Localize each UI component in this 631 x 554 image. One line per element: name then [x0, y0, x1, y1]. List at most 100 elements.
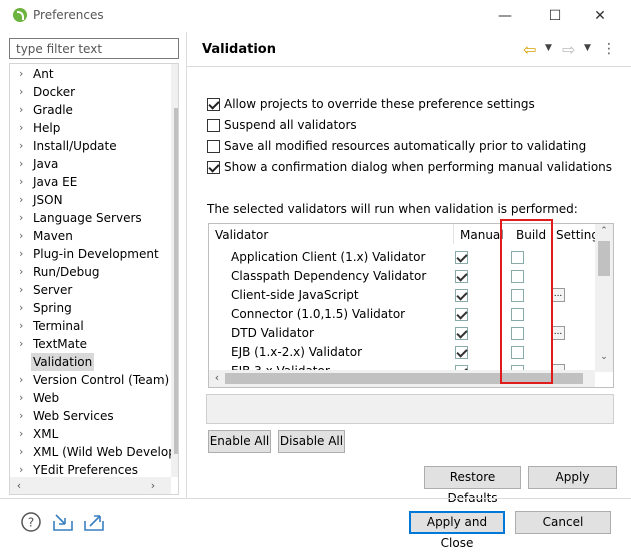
back-dropdown-icon[interactable]: ▼	[545, 43, 552, 53]
tree-item[interactable]: › TextMate	[10, 335, 162, 353]
tree-item[interactable]: › Server	[10, 281, 162, 299]
expand-chevron-icon[interactable]: ›	[19, 263, 29, 281]
preference-tree[interactable]: › Ant › Docker › Gradle › Help › Install/Update › J…	[9, 63, 179, 495]
tree-scroll-thumb[interactable]	[174, 108, 178, 454]
expand-chevron-icon[interactable]: ›	[19, 371, 29, 389]
tree-item[interactable]: › Run/Debug	[10, 263, 162, 281]
column-header-validator[interactable]: Validator	[215, 228, 268, 242]
scroll-left-icon[interactable]: ‹	[12, 479, 26, 492]
tree-item[interactable]: › Web Services	[10, 407, 162, 425]
tree-vertical-scrollbar[interactable]: ⌃ ⌄	[171, 64, 178, 477]
option-row[interactable]: Show a confirmation dialog when performi…	[207, 160, 612, 176]
expand-chevron-icon[interactable]: ›	[19, 173, 29, 191]
tree-item[interactable]: › XML	[10, 425, 162, 443]
expand-chevron-icon[interactable]: ›	[19, 119, 29, 137]
tree-item[interactable]: › Docker	[10, 83, 162, 101]
scroll-up-icon[interactable]: ⌃	[173, 67, 178, 77]
tree-item[interactable]: › Language Servers	[10, 209, 162, 227]
expand-chevron-icon[interactable]: ›	[19, 281, 29, 299]
close-button[interactable]: ✕	[582, 4, 618, 28]
tree-item-label: Java EE	[33, 175, 78, 189]
maximize-button[interactable]: ☐	[537, 4, 573, 28]
expand-chevron-icon[interactable]: ›	[19, 83, 29, 101]
expand-chevron-icon[interactable]: ›	[19, 209, 29, 227]
column-header-manual[interactable]: Manual	[460, 228, 504, 242]
option-row[interactable]: Suspend all validators	[207, 118, 537, 134]
option-checkbox[interactable]	[207, 140, 220, 153]
filter-input[interactable]	[9, 38, 179, 59]
tree-item[interactable]: › Help	[10, 119, 162, 137]
expand-chevron-icon[interactable]: ›	[19, 191, 29, 209]
settings-button[interactable]: ...	[551, 288, 565, 302]
tree-item-label: Install/Update	[33, 139, 117, 153]
pane-divider[interactable]	[186, 32, 187, 498]
option-checkbox[interactable]	[207, 98, 220, 111]
table-scroll-thumb[interactable]	[598, 241, 610, 276]
apply-and-close-button[interactable]: Apply and Close	[409, 511, 505, 550]
forward-arrow-icon[interactable]: ⇨	[562, 40, 575, 59]
scroll-right-icon[interactable]: ›	[146, 479, 160, 492]
scroll-down-icon[interactable]: ⌄	[173, 461, 178, 471]
manual-checkbox[interactable]	[455, 270, 468, 283]
enable-all-button[interactable]: Enable All	[208, 430, 271, 453]
tree-item[interactable]: › XML (Wild Web Developer)	[10, 443, 178, 461]
tree-horizontal-scrollbar[interactable]: ‹ ›	[10, 477, 171, 494]
column-divider[interactable]	[453, 224, 454, 244]
expand-chevron-icon[interactable]: ›	[19, 245, 29, 263]
tree-item[interactable]: › Install/Update	[10, 137, 162, 155]
expand-chevron-icon[interactable]: ›	[19, 299, 29, 317]
export-icon[interactable]	[82, 511, 104, 533]
tree-item[interactable]: › Spring	[10, 299, 162, 317]
option-row[interactable]: Save all modified resources automaticall…	[207, 139, 586, 155]
tree-item[interactable]: Validation	[10, 353, 162, 371]
scroll-down-icon[interactable]: ⌄	[597, 352, 611, 362]
expand-chevron-icon[interactable]: ›	[19, 443, 29, 461]
tree-item[interactable]: › Version Control (Team)	[10, 371, 169, 389]
expand-chevron-icon[interactable]: ›	[19, 389, 29, 407]
manual-checkbox[interactable]	[455, 251, 468, 264]
validator-name: EJB (1.x-2.x) Validator	[231, 345, 363, 359]
tree-item[interactable]: › Web	[10, 389, 162, 407]
tree-item[interactable]: › Terminal	[10, 317, 162, 335]
back-arrow-icon[interactable]: ⇦	[523, 40, 536, 59]
restore-defaults-button[interactable]: Restore Defaults	[424, 466, 521, 505]
expand-chevron-icon[interactable]: ›	[19, 425, 29, 443]
expand-chevron-icon[interactable]: ›	[19, 65, 29, 83]
tree-item[interactable]: › Maven	[10, 227, 162, 245]
app-icon	[13, 8, 27, 22]
manual-checkbox[interactable]	[455, 327, 468, 340]
tree-item[interactable]: › Gradle	[10, 101, 162, 119]
minimize-button[interactable]: —	[487, 4, 523, 28]
tree-item[interactable]: › Ant	[10, 65, 162, 83]
manual-checkbox[interactable]	[455, 308, 468, 321]
apply-button[interactable]: Apply	[528, 466, 617, 489]
expand-chevron-icon[interactable]: ›	[19, 227, 29, 245]
option-row[interactable]: Allow projects to override these prefere…	[207, 97, 537, 113]
tree-item[interactable]: › Plug-in Development	[10, 245, 162, 263]
option-checkbox[interactable]	[207, 119, 220, 132]
scroll-up-icon[interactable]: ⌃	[597, 226, 611, 236]
tree-item[interactable]: › JSON	[10, 191, 162, 209]
expand-chevron-icon[interactable]: ›	[19, 155, 29, 173]
manual-checkbox[interactable]	[455, 289, 468, 302]
tree-item[interactable]: › Java EE	[10, 173, 162, 191]
settings-button[interactable]: ...	[551, 326, 565, 340]
forward-dropdown-icon[interactable]: ▼	[584, 43, 591, 53]
manual-checkbox[interactable]	[455, 346, 468, 359]
validators-table[interactable]: Validator Manual Build Settings Applicat…	[208, 223, 614, 388]
scroll-left-icon[interactable]: ‹	[210, 371, 224, 384]
table-vertical-scrollbar[interactable]: ⌃ ⌄	[595, 224, 613, 372]
view-menu-icon[interactable]: ⋮	[602, 41, 616, 57]
expand-chevron-icon[interactable]: ›	[19, 137, 29, 155]
expand-chevron-icon[interactable]: ›	[19, 407, 29, 425]
help-icon[interactable]: ?	[20, 511, 42, 533]
expand-chevron-icon[interactable]: ›	[19, 335, 29, 353]
tree-item[interactable]: › Java	[10, 155, 162, 173]
option-checkbox[interactable]	[207, 161, 220, 174]
cancel-button[interactable]: Cancel	[515, 511, 611, 534]
disable-all-button[interactable]: Disable All	[278, 430, 345, 453]
tree-item-label: Maven	[33, 229, 73, 243]
import-icon[interactable]	[51, 511, 73, 533]
expand-chevron-icon[interactable]: ›	[19, 317, 29, 335]
expand-chevron-icon[interactable]: ›	[19, 101, 29, 119]
